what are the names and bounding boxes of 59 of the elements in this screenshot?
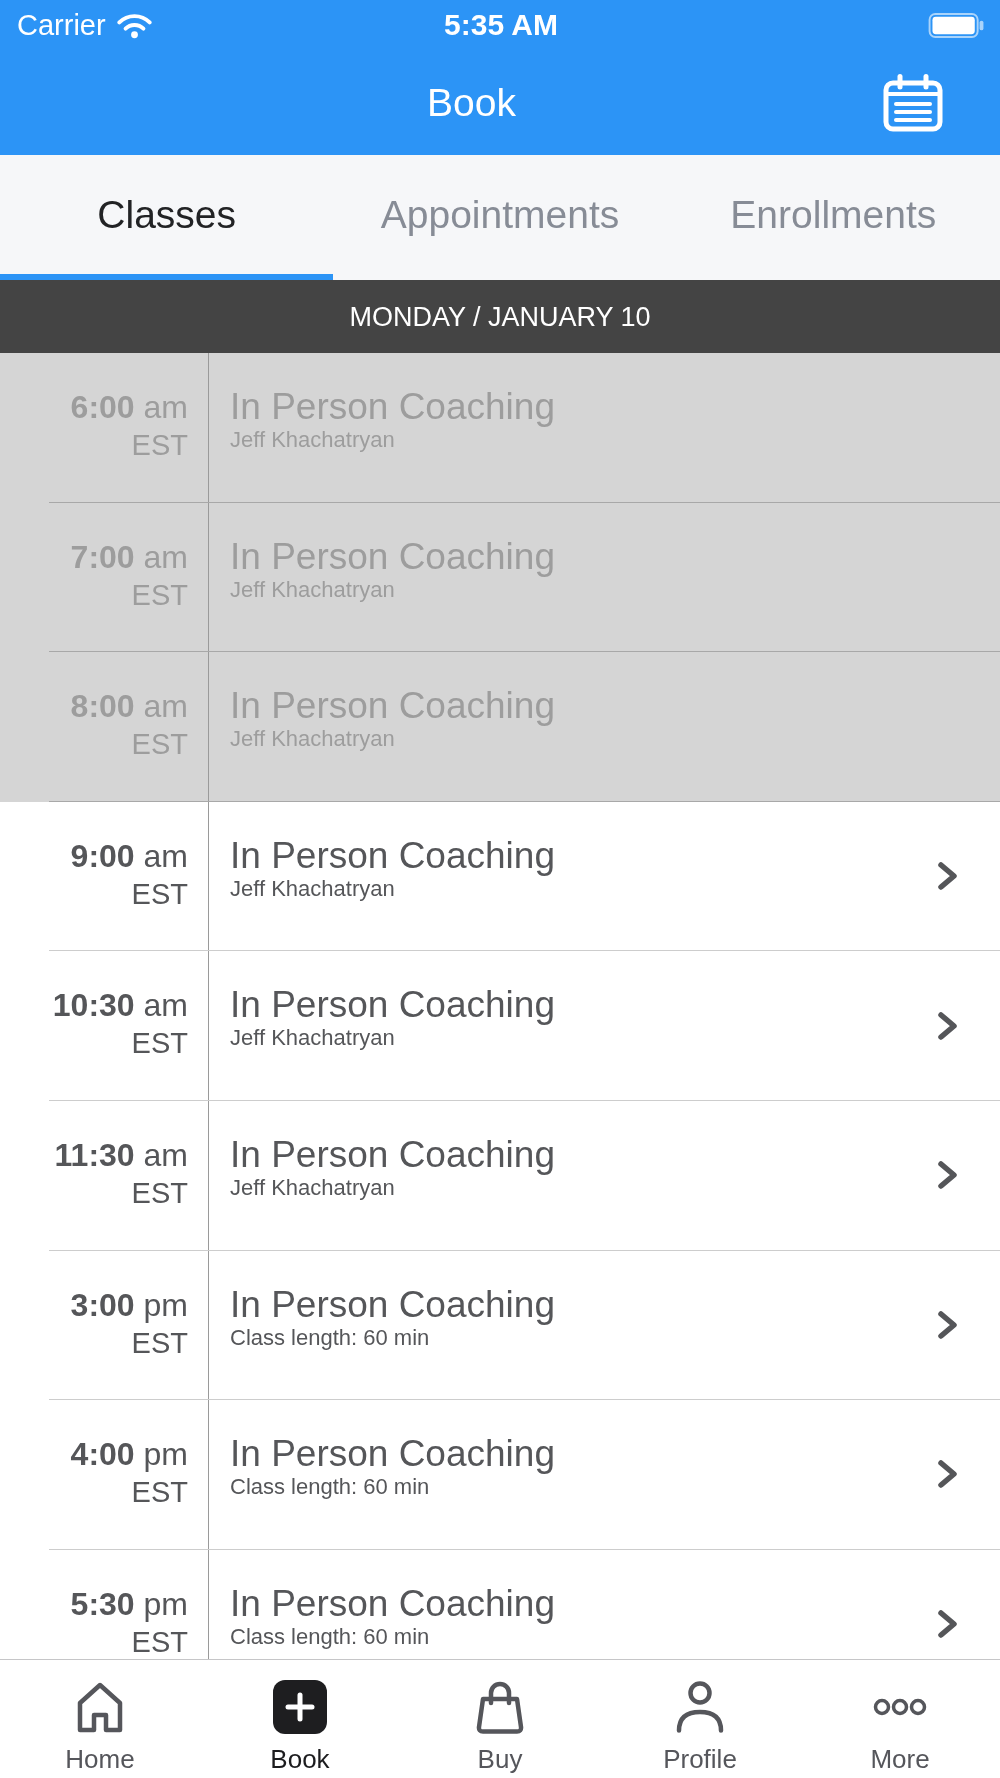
time-zone: EST [131,728,188,761]
date-heading: MONDAY / JANUARY 10 [349,300,651,333]
class-title: In Person Coaching [230,1133,555,1175]
carrier-name: Carrier [17,8,106,42]
time-zone: EST [131,1476,188,1509]
class-detail: Jeff Khachatryan [230,1174,395,1200]
time-zone: EST [131,877,188,910]
battery-icon [928,12,985,38]
class-detail: Jeff Khachatryan [230,726,395,752]
class-time: 6:00 am [70,389,188,425]
tab-bar-item[interactable]: Profile [600,1660,800,1778]
class-detail: Jeff Khachatryan [230,1025,395,1051]
chevron-right-icon [937,1309,959,1340]
tab-bar-item[interactable]: More [800,1660,1000,1778]
class-title: In Person Coaching [230,1283,555,1325]
class-title: In Person Coaching [230,386,555,427]
shopping-bag-icon [475,1680,525,1734]
class-title: In Person Coaching [230,834,555,876]
class-time: 4:00 pm [70,1436,188,1473]
class-time: 10:30 am [52,987,188,1024]
time-zone: EST [131,1625,188,1658]
class-detail: Class length: 60 min [230,1324,430,1350]
calendar-icon[interactable] [883,73,943,132]
plus-square-icon [273,1680,327,1734]
time-zone: EST [131,578,188,611]
time-zone: EST [131,1027,188,1060]
status-time: 5:35 AM [444,8,558,42]
tab-bar-item[interactable]: Buy [400,1660,600,1778]
more-icon [873,1698,927,1716]
class-detail: Jeff Khachatryan [230,427,395,452]
tab-bar-item[interactable]: Home [0,1660,200,1778]
class-time: 11:30 am [54,1136,188,1173]
class-title: In Person Coaching [230,535,555,577]
chevron-right-icon [937,1459,959,1490]
time-zone: EST [131,1326,188,1359]
class-detail: Jeff Khachatryan [230,875,395,901]
tab-bar-item[interactable]: Book [200,1660,400,1778]
person-icon [676,1681,724,1733]
class-time: 7:00 am [70,538,188,575]
class-title: In Person Coaching [230,1582,555,1624]
chevron-right-icon [937,1160,959,1191]
class-time: 9:00 am [70,837,188,874]
class-time: 5:30 pm [70,1585,188,1622]
screen-title: Book [427,79,516,126]
chevron-right-icon [937,1010,959,1041]
wifi-icon [116,11,152,39]
class-time: 8:00 am [70,688,188,725]
time-zone: EST [131,1176,188,1209]
class-detail: Class length: 60 min [230,1474,430,1500]
class-title: In Person Coaching [230,1433,555,1475]
class-title: In Person Coaching [230,685,555,727]
time-zone: EST [131,429,188,461]
chevron-right-icon [937,861,959,892]
class-detail: Class length: 60 min [230,1623,430,1649]
class-title: In Person Coaching [230,984,555,1026]
class-time: 3:00 pm [70,1286,188,1323]
class-detail: Jeff Khachatryan [230,576,395,602]
home-icon [75,1681,125,1733]
chevron-right-icon [937,1609,959,1640]
